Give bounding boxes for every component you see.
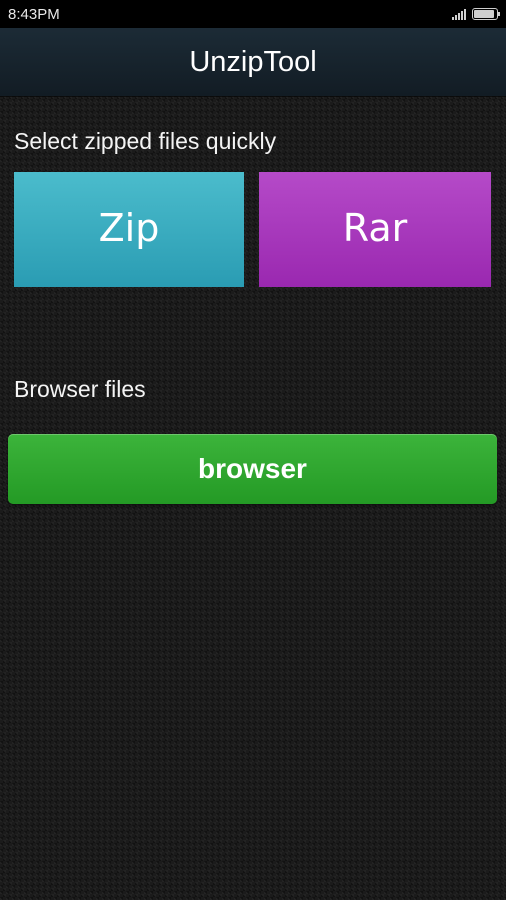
quick-select-label: Select zipped files quickly (14, 128, 277, 154)
zip-button-label: Zip (98, 205, 160, 250)
battery-icon (472, 8, 500, 20)
page-title: UnzipTool (189, 45, 317, 78)
browser-button[interactable]: browser (8, 434, 497, 504)
status-bar: 8:43PM (0, 0, 506, 28)
rar-button[interactable]: Rar (259, 172, 491, 287)
app-bar: UnzipTool (0, 28, 506, 96)
battery-level-fill (474, 10, 494, 18)
status-icons (452, 8, 500, 20)
zip-button[interactable]: Zip (14, 172, 244, 287)
status-time: 8:43PM (8, 5, 60, 23)
rar-button-label: Rar (342, 205, 408, 250)
browser-button-label: browser (198, 453, 307, 484)
browser-files-label: Browser files (14, 376, 146, 402)
signal-icon (452, 8, 466, 20)
